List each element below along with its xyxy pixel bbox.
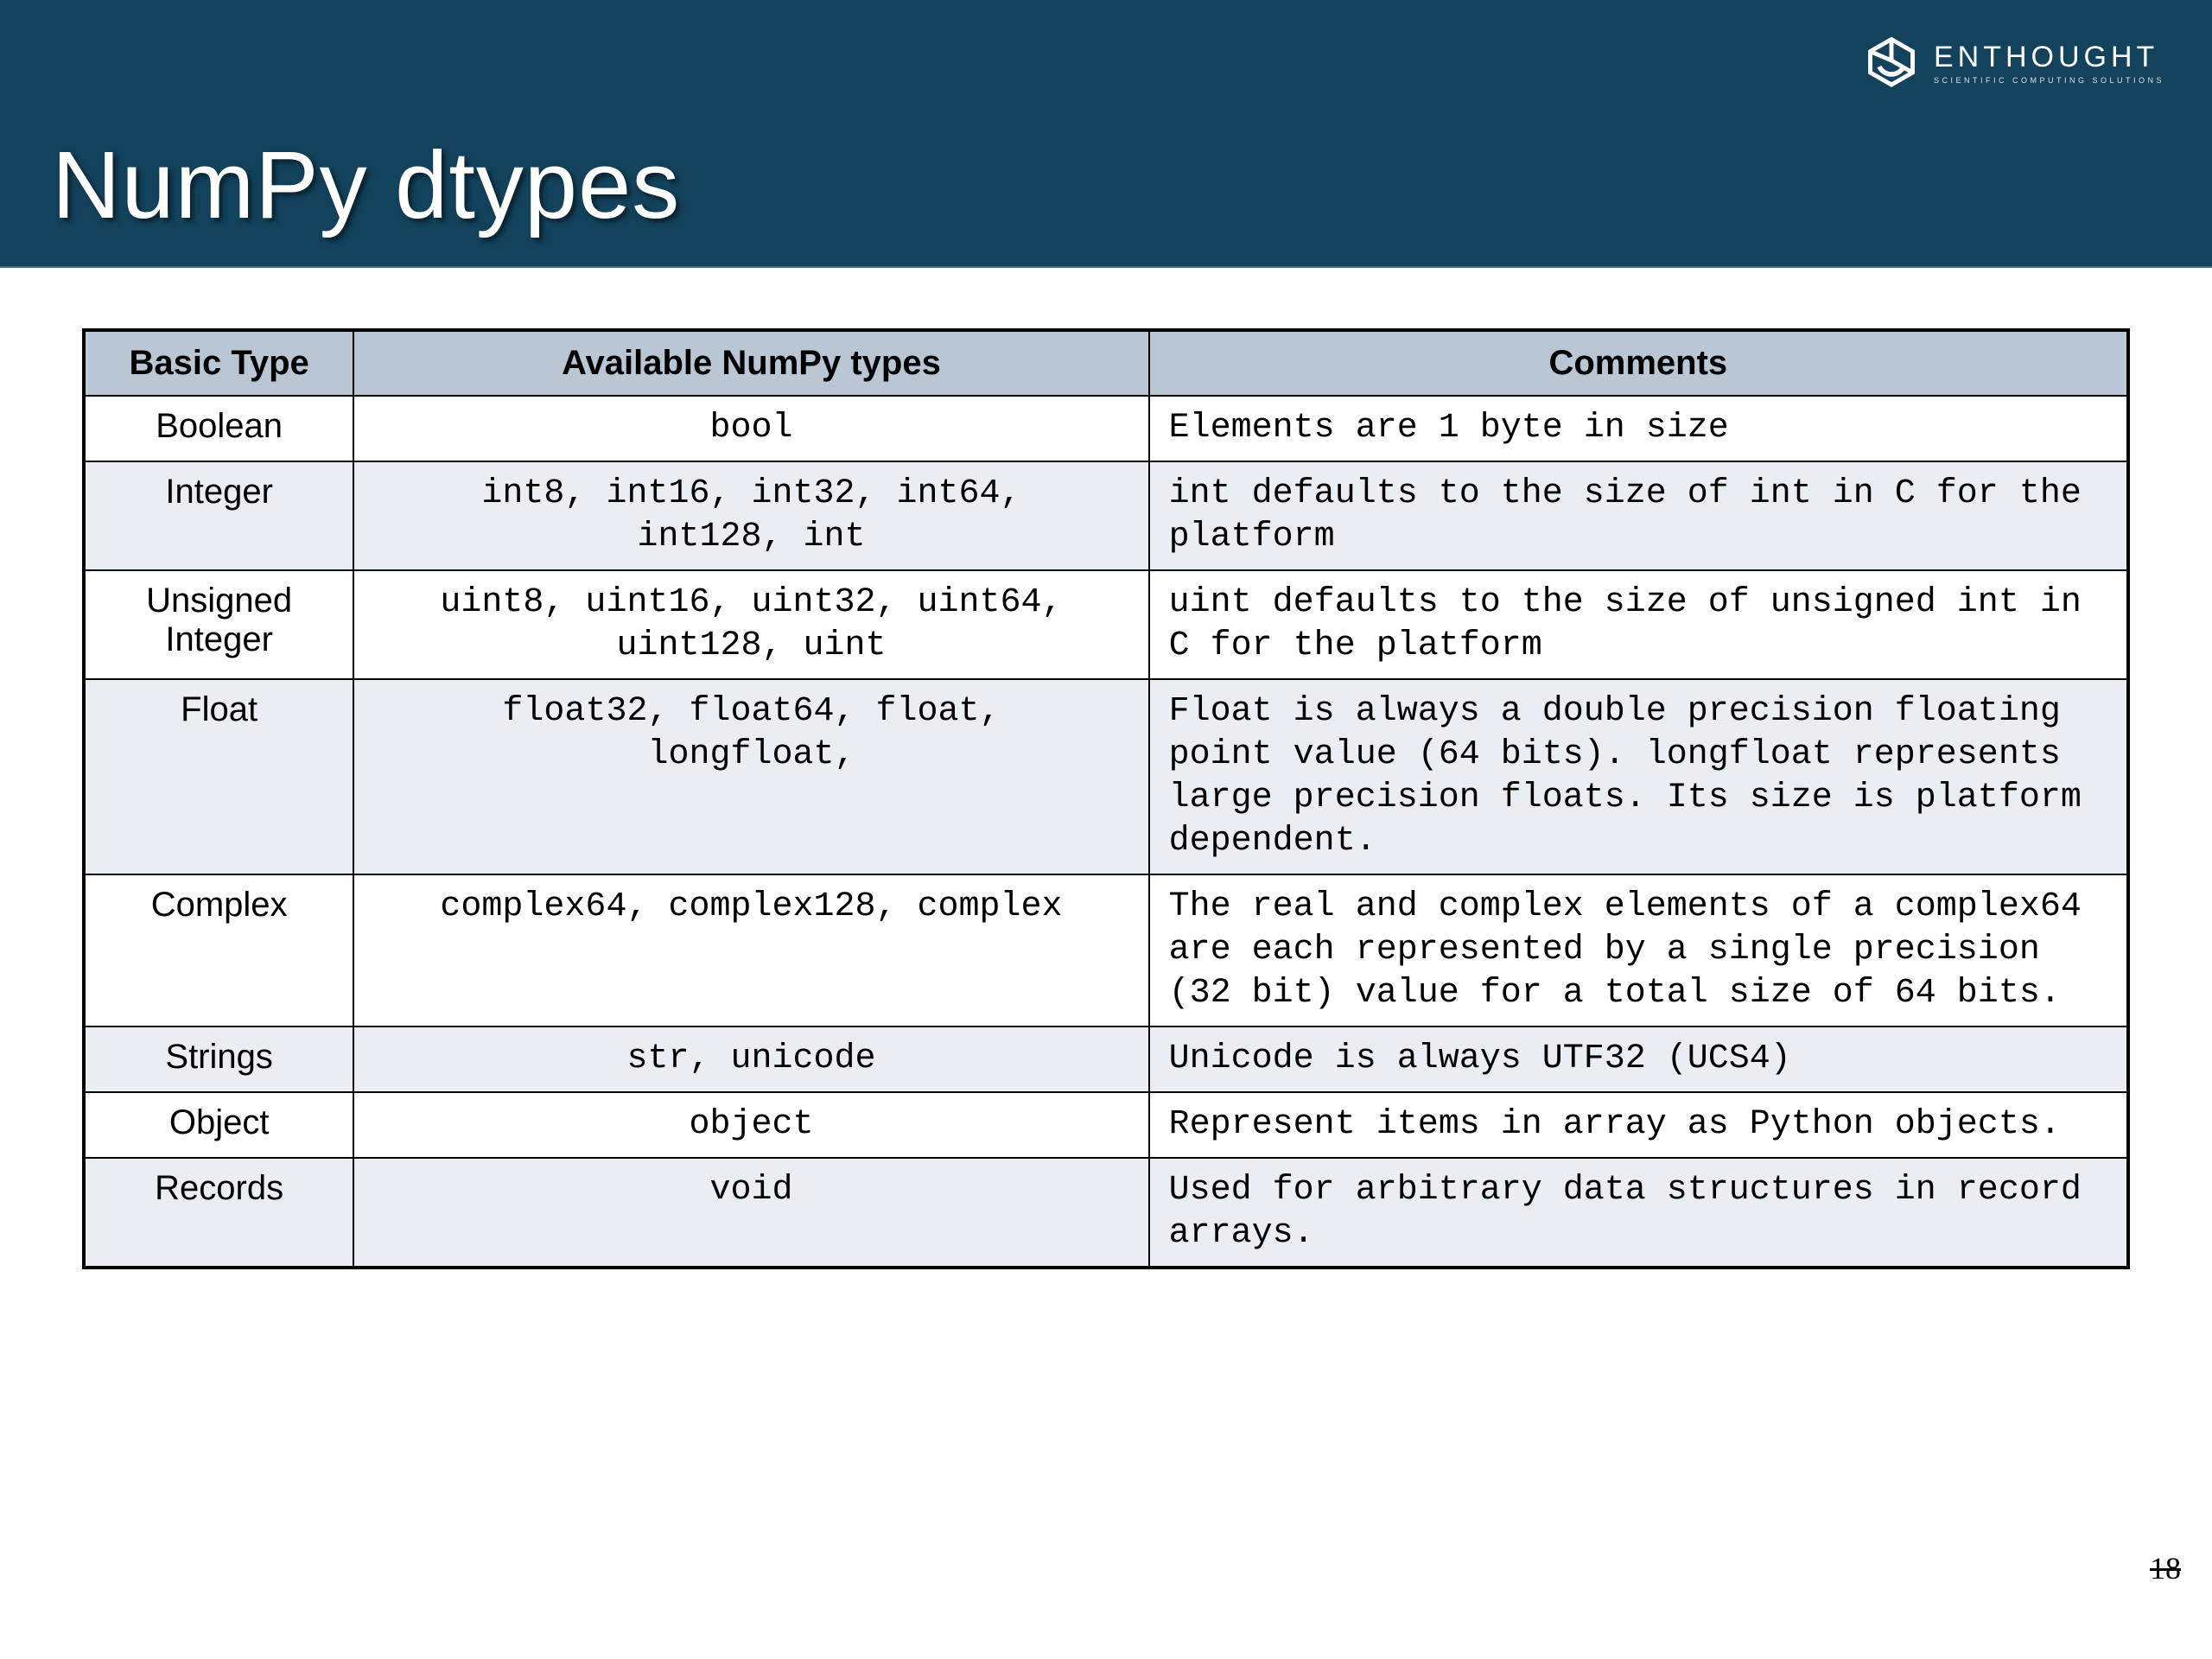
cell-numpy-types: uint8, uint16, uint32, uint64, uint128, … xyxy=(353,570,1148,679)
brand-text: ENTHOUGHT SCIENTIFIC COMPUTING SOLUTIONS xyxy=(1934,41,2164,85)
cell-basic-type: Strings xyxy=(84,1027,353,1092)
enthought-icon xyxy=(1861,30,1922,95)
table-row: Complexcomplex64, complex128, complexThe… xyxy=(84,874,2128,1027)
cell-numpy-types: float32, float64, float, longfloat, xyxy=(353,679,1148,874)
brand-logo: ENTHOUGHT SCIENTIFIC COMPUTING SOLUTIONS xyxy=(1861,30,2164,95)
table-row: Unsigned Integeruint8, uint16, uint32, u… xyxy=(84,570,2128,679)
cell-basic-type: Boolean xyxy=(84,396,353,461)
dtypes-table: Basic Type Available NumPy types Comment… xyxy=(82,328,2130,1269)
cell-basic-type: Float xyxy=(84,679,353,874)
cell-basic-type: Complex xyxy=(84,874,353,1027)
brand-tagline: SCIENTIFIC COMPUTING SOLUTIONS xyxy=(1934,76,2164,85)
cell-comments: int defaults to the size of int in C for… xyxy=(1149,461,2128,570)
slide-title: NumPy dtypes xyxy=(52,130,680,240)
header-comments: Comments xyxy=(1149,330,2128,396)
cell-comments: Represent items in array as Python objec… xyxy=(1149,1092,2128,1158)
cell-numpy-types: object xyxy=(353,1092,1148,1158)
header-numpy-types: Available NumPy types xyxy=(353,330,1148,396)
brand-name: ENTHOUGHT xyxy=(1934,41,2164,74)
page-number: 18 xyxy=(2150,1550,2181,1586)
cell-comments: Elements are 1 byte in size xyxy=(1149,396,2128,461)
cell-comments: Float is always a double precision float… xyxy=(1149,679,2128,874)
cell-comments: Used for arbitrary data structures in re… xyxy=(1149,1158,2128,1268)
slide-header: NumPy dtypes ENTHOUGHT SCIENTIFIC COMPUT… xyxy=(0,0,2212,268)
header-basic-type: Basic Type xyxy=(84,330,353,396)
table-row: Floatfloat32, float64, float, longfloat,… xyxy=(84,679,2128,874)
table-header-row: Basic Type Available NumPy types Comment… xyxy=(84,330,2128,396)
cell-basic-type: Object xyxy=(84,1092,353,1158)
table-row: ObjectobjectRepresent items in array as … xyxy=(84,1092,2128,1158)
cell-comments: Unicode is always UTF32 (UCS4) xyxy=(1149,1027,2128,1092)
cell-comments: The real and complex elements of a compl… xyxy=(1149,874,2128,1027)
cell-numpy-types: bool xyxy=(353,396,1148,461)
cell-basic-type: Unsigned Integer xyxy=(84,570,353,679)
cell-numpy-types: int8, int16, int32, int64, int128, int xyxy=(353,461,1148,570)
table-row: RecordsvoidUsed for arbitrary data struc… xyxy=(84,1158,2128,1268)
cell-numpy-types: complex64, complex128, complex xyxy=(353,874,1148,1027)
cell-basic-type: Records xyxy=(84,1158,353,1268)
table-row: BooleanboolElements are 1 byte in size xyxy=(84,396,2128,461)
table-row: Stringsstr, unicodeUnicode is always UTF… xyxy=(84,1027,2128,1092)
cell-numpy-types: str, unicode xyxy=(353,1027,1148,1092)
cell-numpy-types: void xyxy=(353,1158,1148,1268)
cell-basic-type: Integer xyxy=(84,461,353,570)
cell-comments: uint defaults to the size of unsigned in… xyxy=(1149,570,2128,679)
table-row: Integerint8, int16, int32, int64, int128… xyxy=(84,461,2128,570)
slide-content: Basic Type Available NumPy types Comment… xyxy=(0,268,2212,1269)
